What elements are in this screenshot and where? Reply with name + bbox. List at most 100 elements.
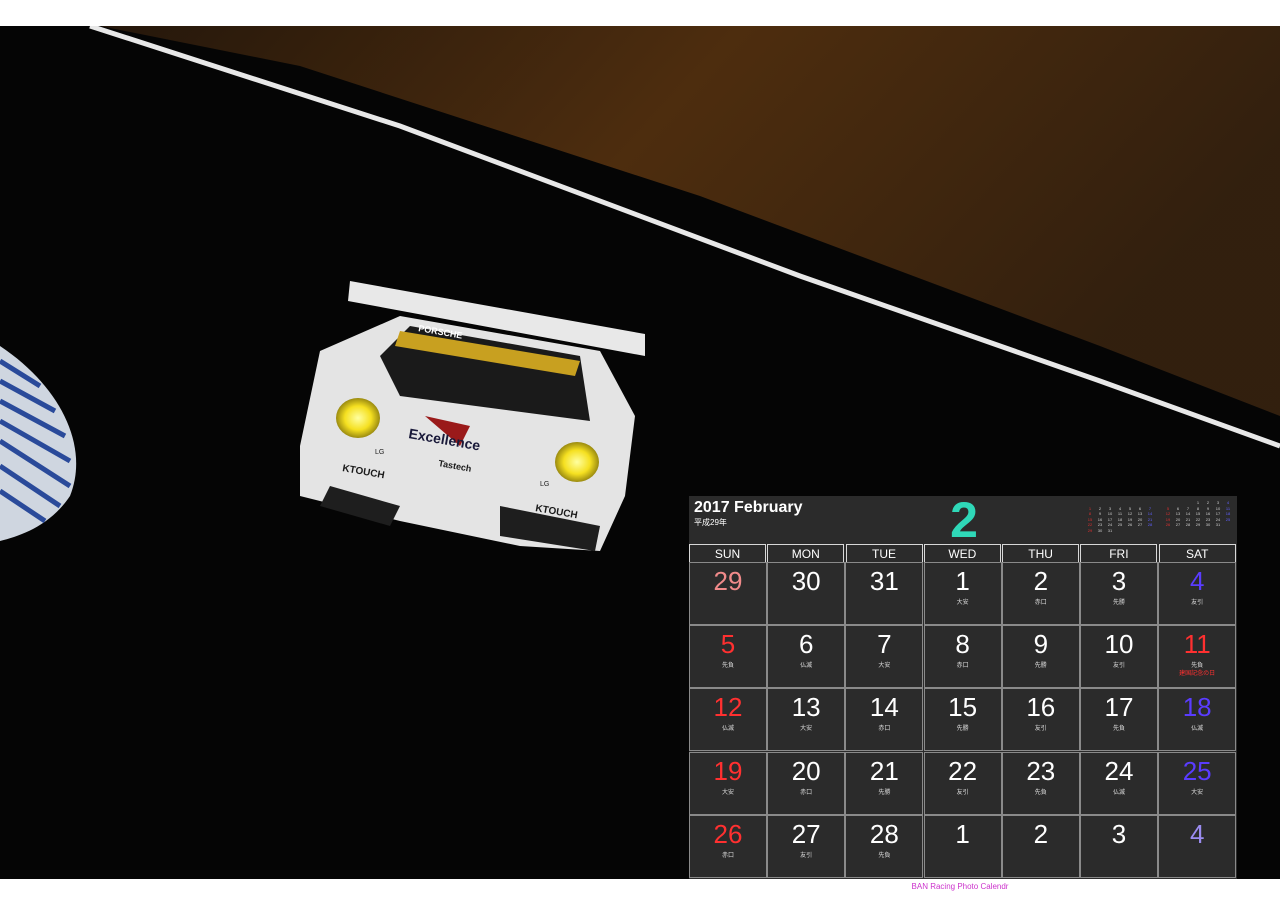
mini-day: 13 <box>1175 511 1181 516</box>
rokuyo-label: 大安 <box>878 663 891 670</box>
rokuyo-label: 先負 <box>1034 789 1047 796</box>
rokuyo-label: 大安 <box>800 726 813 733</box>
mini-day: 18 <box>1117 516 1123 522</box>
day-number: 22 <box>948 755 978 786</box>
mini-day: 2 <box>1206 500 1210 505</box>
day-number: 5 <box>720 629 736 660</box>
mini-day: 27 <box>1137 522 1143 527</box>
day-cell: 28 先負 <box>845 814 924 878</box>
calendar-title: 2017 February <box>694 499 803 516</box>
day-cell: 18 仏滅 <box>1158 688 1237 752</box>
day-number: 19 <box>713 755 743 786</box>
day-cell: 16 友引 <box>1001 688 1080 752</box>
footer-caption: BAN Racing Photo Calendr <box>911 882 1009 891</box>
weekday-label-tue: TUE <box>845 544 923 562</box>
mini-day: 6 <box>1176 505 1180 511</box>
day-cell: 20 赤口 <box>767 751 846 815</box>
mini-day: 25 <box>1117 522 1123 527</box>
rokuyo-label: 大安 <box>956 600 969 606</box>
day-cell: 7 大安 <box>845 625 924 689</box>
rokuyo-label: 仏滅 <box>800 663 813 670</box>
day-grid: 29 30 31 1 大安 2 赤口 3 先勝 4 友引 5 先負 6 仏滅 7 大安 8 赤口 9 先勝 10 友引 11 先… <box>689 562 1237 879</box>
mini-day: 12 <box>1165 511 1171 516</box>
rokuyo-label: 先勝 <box>1112 600 1125 606</box>
day-number: 31 <box>869 566 899 596</box>
day-number: 12 <box>713 692 743 723</box>
mini-day: 23 <box>1205 516 1211 522</box>
rokuyo-label: 友引 <box>1112 663 1125 670</box>
calendar-era: 平成29年 <box>694 518 727 527</box>
day-cell: 15 先勝 <box>923 688 1002 752</box>
day-cell: 19 大安 <box>689 751 767 815</box>
day-cell: 24 仏滅 <box>1080 751 1158 815</box>
day-cell: 8 赤口 <box>923 625 1002 689</box>
day-number: 9 <box>1033 629 1049 660</box>
weekday-label-thu: THU <box>1002 544 1080 562</box>
day-cell: 14 赤口 <box>845 688 924 752</box>
mini-day: 28 <box>1147 522 1153 527</box>
calendar-panel: 2017 February 平成29年 2 1 2 3 4 5 6 7 8 9 10 11 12 13 1… <box>689 492 1237 879</box>
mini-day: 3 <box>1108 505 1112 511</box>
rokuyo-label: 大安 <box>1191 789 1204 796</box>
mini-day: 21 <box>1147 516 1153 522</box>
mini-day: 9 <box>1098 511 1102 516</box>
day-number: 23 <box>1026 755 1056 786</box>
mini-day: 16 <box>1097 516 1103 522</box>
mini-day: 29 <box>1087 527 1093 533</box>
mini-day: 30 <box>1205 522 1211 527</box>
day-cell: 2 赤口 <box>1001 562 1080 625</box>
mini-day: 10 <box>1215 505 1221 511</box>
mini-day: 9 <box>1206 505 1210 511</box>
weekday-label-sat: SAT <box>1158 544 1236 562</box>
mini-calendar-prev: 1 2 3 4 5 6 7 8 9 10 11 12 13 14 15 16 17 18 19 20 21 22 23 24 2… <box>1085 500 1155 536</box>
svg-text:LG: LG <box>540 481 549 488</box>
day-number: 17 <box>1104 692 1134 723</box>
day-cell: 17 先負 <box>1080 688 1158 752</box>
day-number: 16 <box>1026 692 1056 723</box>
day-cell: 3 先勝 <box>1080 562 1158 625</box>
day-cell: 25 大安 <box>1158 751 1237 815</box>
mini-day: 20 <box>1137 516 1143 522</box>
day-number: 25 <box>1182 755 1212 786</box>
day-cell: 31 <box>845 562 924 625</box>
day-number: 8 <box>955 629 970 660</box>
weekday-label-mon: MON <box>767 544 845 562</box>
day-number: 4 <box>1189 818 1205 849</box>
day-number: 14 <box>869 692 899 723</box>
mini-day: 31 <box>1107 527 1113 533</box>
mini-day: 15 <box>1195 511 1201 516</box>
rokuyo-label: 仏滅 <box>1112 789 1125 796</box>
mini-day: 20 <box>1175 516 1181 522</box>
mini-day: 6 <box>1138 505 1142 511</box>
mini-day: 5 <box>1128 505 1132 511</box>
mini-day: 4 <box>1118 505 1122 511</box>
mini-day: 7 <box>1186 505 1190 511</box>
mini-day: 19 <box>1127 516 1133 522</box>
day-cell: 10 友引 <box>1080 625 1158 689</box>
mini-day: 14 <box>1147 511 1153 516</box>
mini-day: 18 <box>1225 511 1231 516</box>
day-cell: 21 先勝 <box>845 751 924 815</box>
rokuyo-label: 友引 <box>1034 726 1047 733</box>
rokuyo-label: 赤口 <box>1034 600 1047 606</box>
mini-day: 8 <box>1088 511 1092 516</box>
mini-day: 30 <box>1097 527 1103 533</box>
weekday-label-fri: FRI <box>1080 544 1158 562</box>
mini-day: 12 <box>1127 511 1133 516</box>
day-number: 3 <box>1111 566 1127 596</box>
day-number: 24 <box>1104 755 1134 786</box>
mini-day: 11 <box>1225 505 1231 511</box>
day-cell: 22 友引 <box>923 751 1002 815</box>
day-cell: 27 友引 <box>767 814 846 878</box>
mini-day: 5 <box>1166 505 1170 511</box>
mini-day: 15 <box>1087 516 1093 522</box>
race-car: Excellence KTOUCH KTOUCH Tastech PORSCHE… <box>300 281 645 551</box>
mini-day: 14 <box>1185 511 1191 516</box>
rokuyo-label: 友引 <box>800 852 813 859</box>
rokuyo-label: 仏滅 <box>1191 726 1204 733</box>
day-cell: 4 友引 <box>1158 562 1237 625</box>
day-number: 10 <box>1104 629 1134 660</box>
rokuyo-label: 大安 <box>721 789 734 796</box>
rokuyo-label: 赤口 <box>956 663 969 670</box>
mini-day: 24 <box>1215 516 1221 522</box>
